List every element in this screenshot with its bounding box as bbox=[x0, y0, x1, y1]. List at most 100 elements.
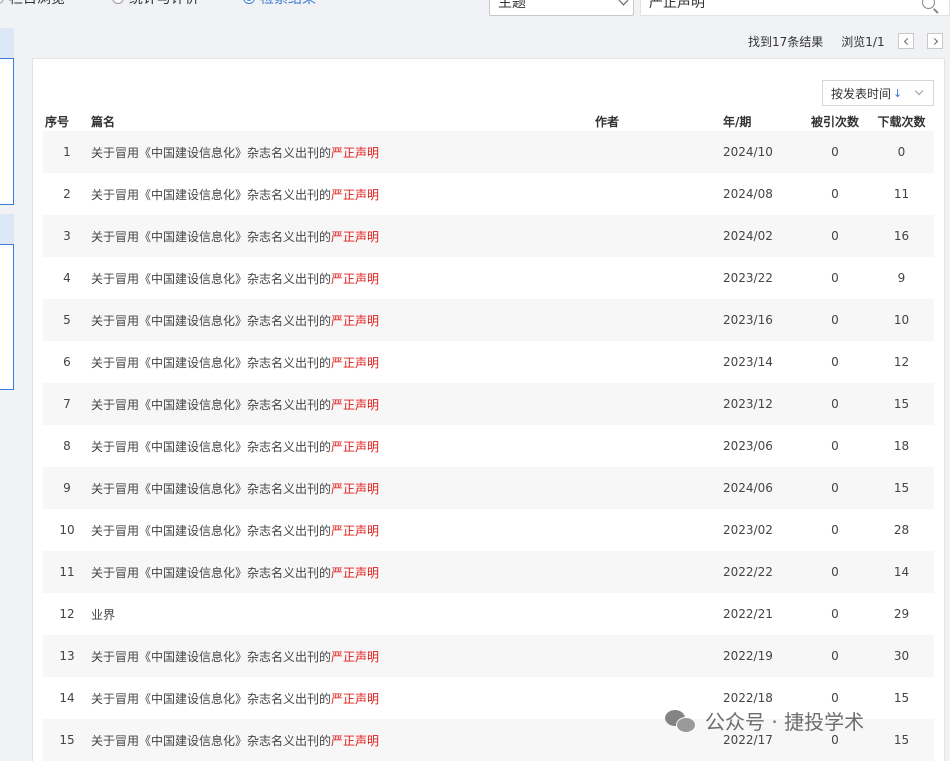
title-highlight: 严正声明 bbox=[331, 229, 380, 244]
row-title-link[interactable]: 关于冒用《中国建设信息化》杂志名义出刊的严正声明 bbox=[91, 396, 595, 413]
table-row[interactable]: 10 关于冒用《中国建设信息化》杂志名义出刊的严正声明 2023/02 0 28 bbox=[43, 509, 934, 551]
row-download-count: 0 bbox=[897, 145, 906, 159]
row-title-link[interactable]: 关于冒用《中国建设信息化》杂志名义出刊的严正声明 bbox=[91, 228, 595, 245]
title-highlight: 严正声明 bbox=[331, 271, 380, 286]
results-panel: 按发表时间 ↓ 序号 篇名 作者 年/期 被引次数 下载次数 1 关于冒用《中国建… bbox=[32, 58, 945, 761]
row-download-count: 15 bbox=[893, 691, 910, 705]
title-highlight: 严正声明 bbox=[331, 397, 380, 412]
radio-circle[interactable] bbox=[112, 0, 124, 4]
row-download-count: 15 bbox=[893, 397, 910, 411]
sort-select[interactable]: 按发表时间 ↓ bbox=[822, 80, 934, 106]
search-input-value: 严正声明 bbox=[649, 0, 705, 11]
title-text: 关于冒用《中国建设信息化》杂志名义出刊的 bbox=[91, 145, 332, 160]
sort-label: 按发表时间 bbox=[831, 86, 892, 101]
title-text: 关于冒用《中国建设信息化》杂志名义出刊的 bbox=[91, 355, 332, 370]
row-title-link[interactable]: 关于冒用《中国建设信息化》杂志名义出刊的严正声明 bbox=[91, 144, 595, 161]
table-row[interactable]: 7 关于冒用《中国建设信息化》杂志名义出刊的严正声明 2023/12 0 15 bbox=[43, 383, 934, 425]
row-download-count: 30 bbox=[893, 649, 910, 663]
header-author[interactable]: 作者 bbox=[595, 113, 723, 130]
table-row[interactable]: 12 业界 2022/21 0 29 bbox=[43, 593, 934, 635]
table-row[interactable]: 5 关于冒用《中国建设信息化》杂志名义出刊的严正声明 2023/16 0 10 bbox=[43, 299, 934, 341]
title-text: 关于冒用《中国建设信息化》杂志名义出刊的 bbox=[91, 649, 332, 664]
header-downloads[interactable]: 下载次数 bbox=[869, 113, 934, 130]
row-download-count: 15 bbox=[893, 481, 910, 495]
row-title-link[interactable]: 关于冒用《中国建设信息化》杂志名义出刊的严正声明 bbox=[91, 438, 595, 455]
row-title-link[interactable]: 关于冒用《中国建设信息化》杂志名义出刊的严正声明 bbox=[91, 732, 595, 749]
next-page-button[interactable] bbox=[927, 33, 943, 49]
row-cited-count: 0 bbox=[831, 397, 839, 411]
row-download-count: 12 bbox=[893, 355, 910, 369]
prev-page-button[interactable] bbox=[898, 33, 914, 49]
row-title-link[interactable]: 关于冒用《中国建设信息化》杂志名义出刊的严正声明 bbox=[91, 690, 595, 707]
row-title-link[interactable]: 关于冒用《中国建设信息化》杂志名义出刊的严正声明 bbox=[91, 480, 595, 497]
row-index: 8 bbox=[63, 439, 71, 453]
sort-down-arrow-icon: ↓ bbox=[893, 86, 903, 100]
title-highlight: 严正声明 bbox=[331, 523, 380, 538]
row-index: 6 bbox=[63, 355, 71, 369]
search-field-value: 主题 bbox=[498, 0, 526, 11]
sidebar-panel-header bbox=[0, 214, 14, 244]
table-row[interactable]: 13 关于冒用《中国建设信息化》杂志名义出刊的严正声明 2022/19 0 30 bbox=[43, 635, 934, 677]
row-index: 2 bbox=[63, 187, 71, 201]
title-text: 关于冒用《中国建设信息化》杂志名义出刊的 bbox=[91, 271, 332, 286]
chevron-right-icon bbox=[930, 37, 938, 45]
row-index: 4 bbox=[63, 271, 71, 285]
row-title-link[interactable]: 关于冒用《中国建设信息化》杂志名义出刊的严正声明 bbox=[91, 648, 595, 665]
radio-statistics[interactable]: 统计与评价 bbox=[112, 0, 199, 8]
row-issue: 2023/22 bbox=[723, 271, 773, 285]
row-cited-count: 0 bbox=[831, 229, 839, 243]
row-title-link[interactable]: 业界 bbox=[91, 606, 595, 623]
row-download-count: 14 bbox=[893, 565, 910, 579]
row-issue: 2023/16 bbox=[723, 313, 773, 327]
row-issue: 2024/06 bbox=[723, 481, 773, 495]
row-cited-count: 0 bbox=[831, 355, 839, 369]
radio-search-results[interactable]: 检索结果 bbox=[243, 0, 316, 8]
row-issue: 2024/10 bbox=[723, 145, 773, 159]
row-download-count: 16 bbox=[893, 229, 910, 243]
table-header: 序号 篇名 作者 年/期 被引次数 下载次数 bbox=[43, 111, 934, 131]
radio-column-browse[interactable]: 栏目浏览 bbox=[0, 0, 65, 8]
title-text: 关于冒用《中国建设信息化》杂志名义出刊的 bbox=[91, 691, 332, 706]
title-text: 关于冒用《中国建设信息化》杂志名义出刊的 bbox=[91, 397, 332, 412]
header-issue[interactable]: 年/期 bbox=[723, 113, 801, 130]
search-icon[interactable] bbox=[922, 0, 935, 9]
radio-circle-checked[interactable] bbox=[243, 0, 255, 4]
table-row[interactable]: 8 关于冒用《中国建设信息化》杂志名义出刊的严正声明 2023/06 0 18 bbox=[43, 425, 934, 467]
header-title[interactable]: 篇名 bbox=[91, 113, 595, 130]
table-row[interactable]: 11 关于冒用《中国建设信息化》杂志名义出刊的严正声明 2022/22 0 14 bbox=[43, 551, 934, 593]
row-download-count: 18 bbox=[893, 439, 910, 453]
table-row[interactable]: 6 关于冒用《中国建设信息化》杂志名义出刊的严正声明 2023/14 0 12 bbox=[43, 341, 934, 383]
title-highlight: 严正声明 bbox=[331, 691, 380, 706]
title-text: 关于冒用《中国建设信息化》杂志名义出刊的 bbox=[91, 229, 332, 244]
row-cited-count: 0 bbox=[831, 607, 839, 621]
row-title-link[interactable]: 关于冒用《中国建设信息化》杂志名义出刊的严正声明 bbox=[91, 354, 595, 371]
row-title-link[interactable]: 关于冒用《中国建设信息化》杂志名义出刊的严正声明 bbox=[91, 564, 595, 581]
table-row[interactable]: 9 关于冒用《中国建设信息化》杂志名义出刊的严正声明 2024/06 0 15 bbox=[43, 467, 934, 509]
table-row[interactable]: 1 关于冒用《中国建设信息化》杂志名义出刊的严正声明 2024/10 0 0 bbox=[43, 131, 934, 173]
row-cited-count: 0 bbox=[831, 481, 839, 495]
row-index: 13 bbox=[59, 649, 75, 663]
row-cited-count: 0 bbox=[831, 565, 839, 579]
row-index: 7 bbox=[63, 397, 71, 411]
row-title-link[interactable]: 关于冒用《中国建设信息化》杂志名义出刊的严正声明 bbox=[91, 186, 595, 203]
row-title-link[interactable]: 关于冒用《中国建设信息化》杂志名义出刊的严正声明 bbox=[91, 522, 595, 539]
radio-circle[interactable] bbox=[0, 0, 4, 4]
chevron-left-icon bbox=[903, 37, 911, 45]
row-download-count: 15 bbox=[893, 733, 910, 747]
row-title-link[interactable]: 关于冒用《中国建设信息化》杂志名义出刊的严正声明 bbox=[91, 270, 595, 287]
row-cited-count: 0 bbox=[831, 271, 839, 285]
row-title-link[interactable]: 关于冒用《中国建设信息化》杂志名义出刊的严正声明 bbox=[91, 312, 595, 329]
row-issue: 2024/02 bbox=[723, 229, 773, 243]
header-cited[interactable]: 被引次数 bbox=[801, 113, 869, 130]
table-row[interactable]: 2 关于冒用《中国建设信息化》杂志名义出刊的严正声明 2024/08 0 11 bbox=[43, 173, 934, 215]
search-field-select[interactable]: 主题 bbox=[489, 0, 634, 16]
radio-label: 统计与评价 bbox=[129, 0, 199, 8]
table-row[interactable]: 4 关于冒用《中国建设信息化》杂志名义出刊的严正声明 2023/22 0 9 bbox=[43, 257, 934, 299]
row-issue: 2022/19 bbox=[723, 649, 773, 663]
row-issue: 2023/06 bbox=[723, 439, 773, 453]
search-input[interactable]: 严正声明 bbox=[640, 0, 950, 16]
table-row[interactable]: 3 关于冒用《中国建设信息化》杂志名义出刊的严正声明 2024/02 0 16 bbox=[43, 215, 934, 257]
row-download-count: 9 bbox=[897, 271, 906, 285]
row-download-count: 28 bbox=[893, 523, 910, 537]
watermark: 公众号 · 捷投学术 bbox=[665, 706, 864, 735]
